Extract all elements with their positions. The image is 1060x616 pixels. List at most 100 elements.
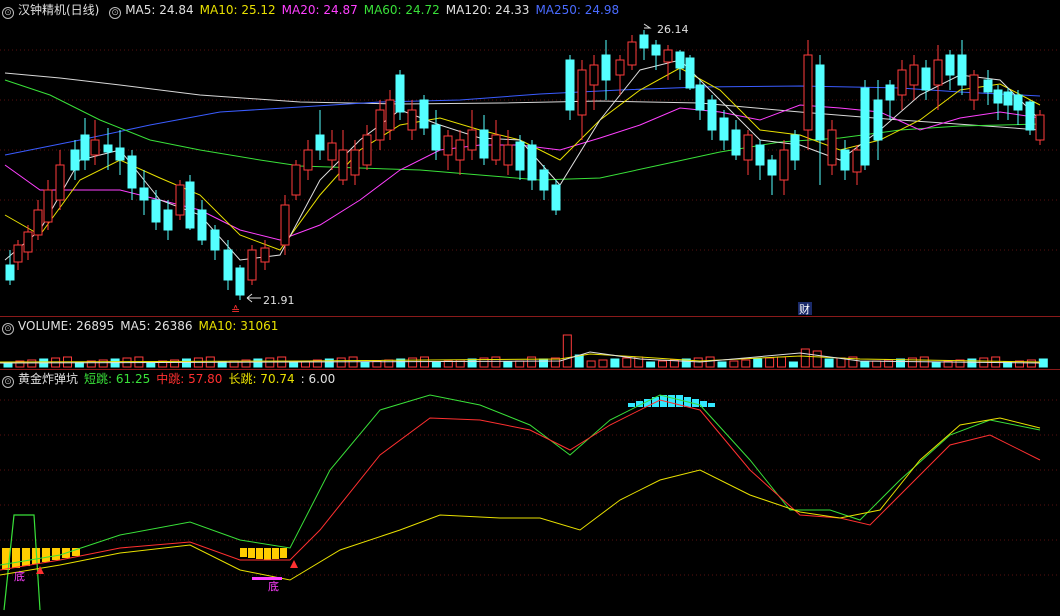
volume-bar bbox=[741, 359, 751, 368]
candle-body bbox=[663, 49, 673, 63]
candle-body bbox=[23, 231, 33, 253]
candle-body bbox=[675, 51, 685, 69]
volume-bar bbox=[931, 361, 941, 368]
volume-pane[interactable]: ⊙ VOLUME: 26895 MA5: 26386 MA10: 31061 bbox=[0, 317, 1060, 369]
volume-bar bbox=[503, 361, 513, 368]
volume-bar bbox=[777, 356, 786, 368]
finance-marker[interactable]: 财 bbox=[799, 302, 810, 316]
volume-bar bbox=[598, 359, 608, 368]
ma-toggle-icon[interactable]: ⊙ bbox=[109, 7, 122, 19]
candle-body bbox=[815, 64, 825, 141]
volume-bar bbox=[27, 359, 37, 368]
volume-bar bbox=[824, 358, 834, 368]
volume-bar bbox=[515, 360, 525, 368]
ma250-label: MA250: 24.98 bbox=[535, 3, 620, 17]
candle-body bbox=[467, 129, 477, 151]
candle-body bbox=[235, 267, 245, 296]
short-jump-label: 短跳: 61.25 bbox=[84, 372, 151, 386]
indicator-pane[interactable]: ⊙ 黄金炸弹坑 短跳: 61.25 中跳: 57.80 长跳: 70.74: 6.00 … bbox=[0, 370, 1060, 616]
candle-body bbox=[885, 84, 895, 101]
price-chart-canvas[interactable]: 26.14 21.91 ≙ 财 bbox=[0, 0, 1060, 316]
candle-body bbox=[695, 84, 705, 111]
candle-body bbox=[1003, 91, 1013, 106]
volume-bar bbox=[693, 357, 703, 368]
candle-body bbox=[350, 149, 360, 176]
volume-toggle-icon[interactable]: ⊙ bbox=[2, 323, 14, 335]
candle-body bbox=[707, 99, 717, 131]
candle-body bbox=[455, 139, 465, 161]
volume-bar bbox=[646, 361, 656, 368]
volume-bar bbox=[467, 358, 477, 368]
candle-body bbox=[909, 64, 919, 86]
indicator-header: ⊙ 黄金炸弹坑 短跳: 61.25 中跳: 57.80 长跳: 70.74: 6.00 bbox=[2, 371, 341, 388]
volume-bar bbox=[1038, 358, 1048, 368]
candle-body bbox=[260, 247, 270, 263]
ma5-label: MA5: 24.84 bbox=[125, 3, 194, 17]
candle-body bbox=[551, 184, 561, 211]
candle-body bbox=[362, 134, 372, 166]
high-price-label: 26.14 bbox=[657, 23, 689, 36]
pit-bar bbox=[272, 548, 279, 559]
volume-bar bbox=[1026, 359, 1036, 368]
candle-body bbox=[565, 59, 575, 111]
candle-body bbox=[43, 189, 53, 223]
candle-body bbox=[1013, 94, 1023, 111]
candle-body bbox=[957, 54, 967, 86]
candle-body bbox=[983, 79, 993, 93]
candle-body bbox=[897, 69, 907, 96]
long-jump-line bbox=[0, 417, 1041, 581]
low-price-label: 21.91 bbox=[263, 294, 295, 307]
volume-bar bbox=[800, 348, 810, 368]
long-jump-label: 长跳: 70.74 bbox=[228, 372, 295, 386]
volume-bar bbox=[574, 354, 584, 368]
volume-bar bbox=[705, 356, 715, 368]
candle-body bbox=[969, 74, 979, 101]
candle-body bbox=[755, 144, 765, 166]
price-chart-pane[interactable]: ⊙ 汉钟精机(日线) ⊙ MA5: 24.84 MA10: 25.12 MA20: 24… bbox=[0, 0, 1060, 316]
volume-bar bbox=[967, 358, 977, 368]
volume-bar bbox=[182, 358, 191, 368]
mid-jump-label: 中跳: 57.80 bbox=[156, 372, 223, 386]
volume-bar bbox=[717, 361, 727, 368]
candle-body bbox=[731, 129, 741, 156]
volume-bar bbox=[753, 358, 763, 368]
volume-bar bbox=[491, 356, 501, 368]
candle-body bbox=[767, 159, 777, 176]
candle-body bbox=[185, 181, 195, 229]
candle-body bbox=[945, 54, 955, 76]
volume-bar bbox=[360, 361, 370, 368]
mid-jump-line bbox=[0, 399, 1041, 571]
low-arrow-icon bbox=[246, 293, 261, 303]
pit-bar bbox=[256, 548, 263, 559]
candle-body bbox=[577, 69, 587, 116]
volume-bar bbox=[562, 334, 572, 368]
collapse-toggle-icon[interactable]: ⊙ bbox=[2, 7, 14, 19]
candle-body bbox=[615, 59, 625, 76]
candle-body bbox=[210, 229, 220, 251]
candle-body bbox=[70, 149, 80, 171]
ma120-label: MA120: 24.33 bbox=[445, 3, 530, 17]
pit-bar bbox=[42, 548, 50, 562]
candle-body bbox=[197, 209, 207, 241]
stock-title: 汉钟精机(日线) bbox=[18, 3, 100, 17]
volume-bar bbox=[586, 360, 596, 368]
indicator-canvas[interactable]: 底 底 bbox=[0, 370, 1060, 616]
candle-body bbox=[1035, 114, 1045, 141]
high-arrow-icon bbox=[643, 23, 652, 29]
candle-body bbox=[303, 149, 313, 171]
candle-body bbox=[327, 142, 337, 161]
candle-body bbox=[291, 164, 301, 196]
up-arrow-icon bbox=[290, 560, 298, 568]
candle-body bbox=[539, 169, 549, 191]
volume-bar bbox=[622, 357, 632, 368]
candle-body bbox=[247, 249, 257, 281]
candle-body bbox=[315, 134, 325, 151]
pit-bar bbox=[264, 548, 271, 560]
candle-body bbox=[127, 155, 137, 189]
candle-body bbox=[491, 134, 501, 161]
top-bar bbox=[708, 403, 715, 407]
indicator-toggle-icon[interactable]: ⊙ bbox=[2, 376, 14, 388]
extra-value-label: : 6.00 bbox=[300, 372, 336, 386]
candle-body bbox=[685, 57, 695, 89]
candle-body bbox=[515, 141, 525, 171]
